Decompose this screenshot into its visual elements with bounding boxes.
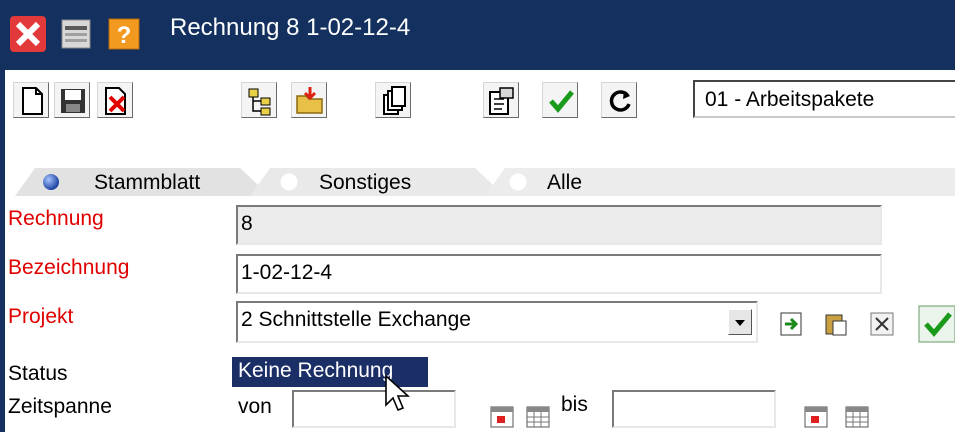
check-button[interactable]: [542, 82, 578, 118]
open-folder-button[interactable]: [291, 82, 327, 118]
rechnung-label: Rechnung: [8, 207, 104, 230]
inactive-tab-icon: [280, 173, 298, 191]
save-button[interactable]: [54, 82, 90, 118]
tree-button[interactable]: [241, 82, 277, 118]
von-label: von: [238, 395, 272, 418]
von-date-field[interactable]: [292, 390, 456, 428]
projekt-value: 2 Schnittstelle Exchange: [241, 308, 471, 331]
close-icon[interactable]: [10, 16, 46, 52]
von-calendar-button[interactable]: [488, 404, 516, 432]
bis-calendar-grid-button[interactable]: [843, 404, 871, 432]
mouse-pointer-icon: [384, 374, 411, 414]
tab-alle-label: Alle: [547, 171, 583, 194]
tab-stammblatt-label: Stammblatt: [94, 171, 201, 194]
chevron-down-icon: [735, 320, 745, 326]
paste-icon: [825, 314, 847, 336]
projekt-clear-button[interactable]: [868, 310, 896, 338]
tab-sonstiges[interactable]: Sonstiges: [267, 168, 497, 196]
calendar-icon: [804, 406, 828, 428]
tab-alle[interactable]: Alle: [500, 168, 700, 196]
tab-stammblatt[interactable]: Stammblatt: [5, 168, 265, 196]
projekt-paste-button[interactable]: [822, 310, 850, 338]
save-icon: [61, 89, 85, 113]
status-value-text: Keine Rechnung: [238, 359, 394, 382]
properties-button[interactable]: [483, 82, 519, 118]
bis-date-field[interactable]: [612, 390, 776, 428]
help-icon[interactable]: ?: [108, 18, 140, 50]
projekt-confirm-button[interactable]: [918, 304, 955, 344]
projekt-label: Projekt: [8, 305, 74, 328]
toolbar: 01 - Arbeitspakete: [0, 70, 955, 130]
calendar-grid-icon: [526, 406, 550, 428]
rechnung-value: 8: [241, 212, 253, 235]
copy-button[interactable]: [375, 82, 411, 118]
projekt-dropdown-button[interactable]: [728, 309, 752, 335]
bezeichnung-field[interactable]: 1-02-12-4: [236, 254, 882, 294]
view-select-value: 01 - Arbeitspakete: [705, 88, 875, 111]
bis-calendar-button[interactable]: [802, 404, 830, 432]
copy-icon: [383, 86, 406, 115]
tab-sonstiges-label: Sonstiges: [319, 171, 412, 194]
status-label: Status: [8, 362, 68, 385]
bis-label: bis: [561, 393, 588, 416]
view-select[interactable]: 01 - Arbeitspakete: [693, 80, 955, 118]
delete-icon: [105, 87, 126, 115]
window-title: Rechnung 8 1-02-12-4: [170, 14, 411, 41]
calendar-icon: [490, 406, 514, 428]
new-document-icon: [22, 87, 43, 115]
von-calendar-grid-button[interactable]: [524, 404, 552, 432]
minimize-icon[interactable]: [60, 18, 92, 50]
clear-icon: [870, 312, 894, 336]
tab-bar: Stammblatt Sonstiges Alle: [5, 168, 955, 196]
refresh-button[interactable]: [601, 82, 637, 118]
zeitspanne-label: Zeitspanne: [8, 395, 112, 418]
new-document-button[interactable]: [13, 82, 49, 118]
calendar-grid-icon: [845, 406, 869, 428]
check-icon: [549, 90, 574, 113]
title-bar: ? Rechnung 8 1-02-12-4: [0, 0, 955, 70]
projekt-select[interactable]: 2 Schnittstelle Exchange: [236, 301, 758, 343]
properties-icon: [489, 87, 514, 115]
active-tab-icon: [43, 174, 59, 190]
bezeichnung-value: 1-02-12-4: [241, 261, 333, 284]
delete-button[interactable]: [97, 82, 133, 118]
svg-text:?: ?: [117, 22, 132, 49]
goto-icon: [780, 312, 802, 336]
refresh-icon: [609, 90, 631, 112]
rechnung-field[interactable]: 8: [236, 205, 882, 245]
open-folder-icon: [296, 87, 323, 114]
tree-icon: [248, 88, 271, 116]
inactive-tab-icon: [509, 173, 527, 191]
check-icon: [918, 305, 955, 343]
bezeichnung-label: Bezeichnung: [8, 256, 130, 279]
projekt-goto-button[interactable]: [778, 310, 806, 338]
